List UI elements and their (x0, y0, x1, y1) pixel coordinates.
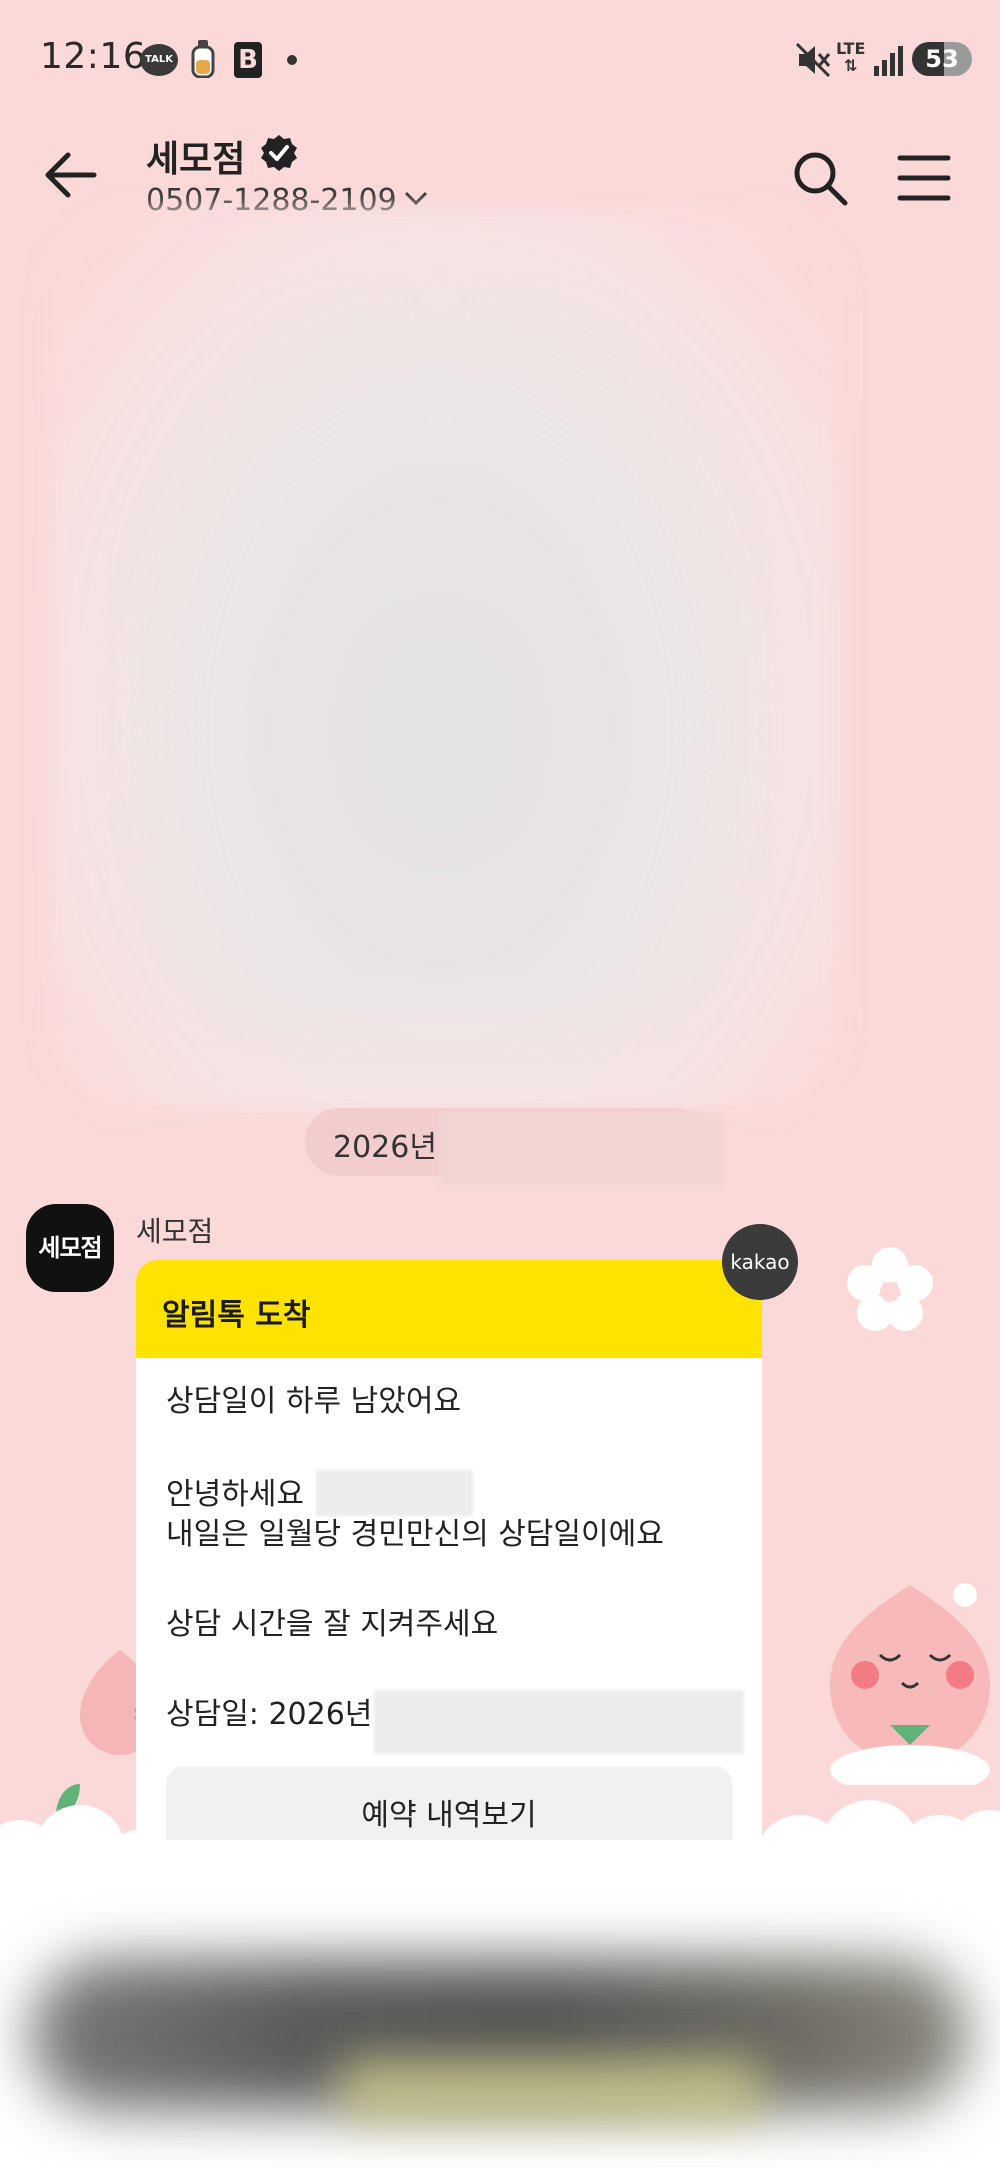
kakao-badge: kakao (722, 1224, 798, 1300)
lte-icon: LTE ⇅ (836, 40, 865, 74)
data-arrows-icon: ⇅ (843, 56, 858, 75)
phone-number: 0507-1288-2109 (146, 183, 397, 211)
search-icon (794, 152, 848, 206)
redacted-date (440, 1112, 723, 1186)
more-notifications-dot-icon (287, 55, 297, 65)
signal-icon (874, 46, 903, 76)
blurred-message-inner (130, 300, 750, 1020)
sender-name: 세모점 (136, 1215, 214, 1248)
phone-dropdown[interactable]: 0507-1288-2109 (146, 183, 430, 211)
battery-level: 53 (925, 45, 959, 73)
alimtalk-message-card: 알림톡 도착 상담일이 하루 남았어요 안녕하세요 내일은 일월당 경민만신의 … (136, 1260, 762, 1884)
kakaotalk-notification-icon: TALK (140, 44, 178, 76)
b-app-icon: B (234, 42, 262, 78)
search-button[interactable] (790, 148, 850, 208)
flower-decoration-icon (847, 1247, 933, 1331)
hamburger-menu-icon (897, 155, 951, 201)
back-arrow-icon (45, 152, 97, 198)
back-button[interactable] (40, 145, 100, 205)
page-title[interactable]: 세모점 (146, 130, 245, 182)
redacted-appointment-date (374, 1690, 744, 1754)
message-line-2: 안녕하세요 (166, 1477, 304, 1512)
verified-icon (261, 135, 297, 171)
message-line-5: 상담일: 2026년 (166, 1697, 373, 1732)
battery-icon: 53 (912, 42, 972, 76)
message-line-4: 상담 시간을 잘 지켜주세요 (166, 1607, 499, 1642)
menu-button[interactable] (896, 150, 952, 206)
redacted-name (316, 1470, 473, 1516)
chevron-down-icon (404, 191, 427, 206)
peach-character-icon (830, 1583, 990, 1785)
status-clock: 12:16 (40, 36, 147, 77)
avatar[interactable]: 세모점 (26, 1204, 114, 1292)
date-text: 2026년 (333, 1130, 437, 1165)
card-header-title: 알림톡 도착 (162, 1298, 311, 1333)
blurred-input-highlight (340, 2060, 760, 2120)
bottle-icon (191, 40, 215, 78)
message-line-3: 내일은 일월당 경민만신의 상담일이에요 (166, 1517, 664, 1552)
card-header: 알림톡 도착 (136, 1260, 762, 1358)
lte-label: LTE (836, 39, 866, 58)
message-line-1: 상담일이 하루 남았어요 (166, 1384, 462, 1419)
mute-icon (795, 42, 831, 78)
